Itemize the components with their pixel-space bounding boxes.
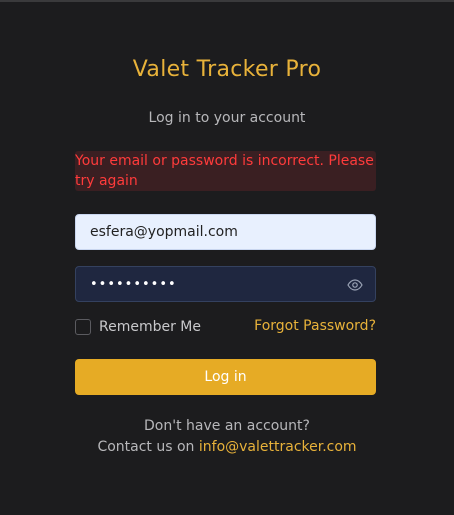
eye-icon[interactable] [347,277,363,293]
remember-me[interactable]: Remember Me [75,318,201,336]
contact-prefix: Contact us on [97,439,195,455]
contact-line: Contact us on info@valettracker.com [0,439,454,455]
email-input[interactable] [90,215,360,249]
password-field[interactable] [75,266,376,302]
forgot-password-link[interactable]: Forgot Password? [254,318,376,334]
top-divider [0,0,454,2]
remember-me-label: Remember Me [99,319,201,335]
email-field[interactable] [75,214,376,250]
login-page: Valet Tracker Pro Log in to your account… [0,0,454,515]
no-account-text: Don't have an account? [144,418,310,434]
password-input[interactable] [90,267,340,301]
login-subtitle: Log in to your account [148,110,306,126]
error-message: Your email or password is incorrect. Ple… [75,151,376,191]
app-title: Valet Tracker Pro [132,57,322,82]
contact-email-link[interactable]: info@valettracker.com [199,439,357,455]
login-button[interactable]: Log in [75,359,376,395]
remember-me-checkbox[interactable] [75,319,91,335]
